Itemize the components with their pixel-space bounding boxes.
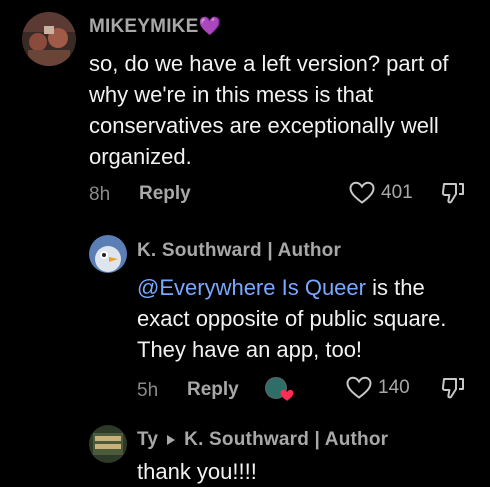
- reply-button[interactable]: Reply: [187, 379, 239, 401]
- like-count: 140: [378, 377, 410, 398]
- reply-author-line: Ty K. Southward | Author: [137, 429, 388, 451]
- heart-outline-icon: [349, 181, 375, 204]
- reply-text: thank you!!!!: [137, 459, 257, 484]
- avatar-ty[interactable]: [89, 425, 127, 463]
- purple-heart-badge: 💜: [198, 16, 222, 36]
- reply-text: @Everywhere Is Queer is the exact opposi…: [137, 275, 447, 362]
- dislike-button[interactable]: [440, 180, 466, 211]
- comment-time: 8h: [89, 184, 111, 205]
- creator-liked-badge: [265, 377, 295, 403]
- comment-author[interactable]: MIKEYMIKE💜: [89, 16, 221, 38]
- like-count: 401: [381, 182, 413, 203]
- mention-link[interactable]: @Everywhere Is Queer: [137, 275, 366, 300]
- heart-outline-icon: [346, 376, 372, 399]
- like-button[interactable]: 401: [349, 181, 413, 205]
- avatar-mikeymike[interactable]: [22, 12, 76, 66]
- avatar-image: [89, 425, 127, 463]
- heart-filled-icon: [280, 389, 294, 401]
- reply-author[interactable]: K. Southward | Author: [137, 240, 341, 262]
- reply-time: 5h: [137, 380, 159, 401]
- reply-to-author[interactable]: K. Southward | Author: [184, 429, 388, 451]
- reply-button[interactable]: Reply: [139, 183, 191, 205]
- dislike-button[interactable]: [440, 375, 466, 406]
- avatar-image: [89, 235, 127, 273]
- comment-text: so, do we have a left version? part of w…: [89, 51, 449, 169]
- dislike-icon: [441, 183, 464, 204]
- reply-author[interactable]: Ty: [137, 429, 158, 451]
- play-triangle-icon: [167, 435, 176, 445]
- avatar-image: [22, 12, 76, 66]
- dislike-icon: [441, 378, 464, 399]
- like-button[interactable]: 140: [346, 376, 410, 400]
- avatar-author[interactable]: [89, 235, 127, 273]
